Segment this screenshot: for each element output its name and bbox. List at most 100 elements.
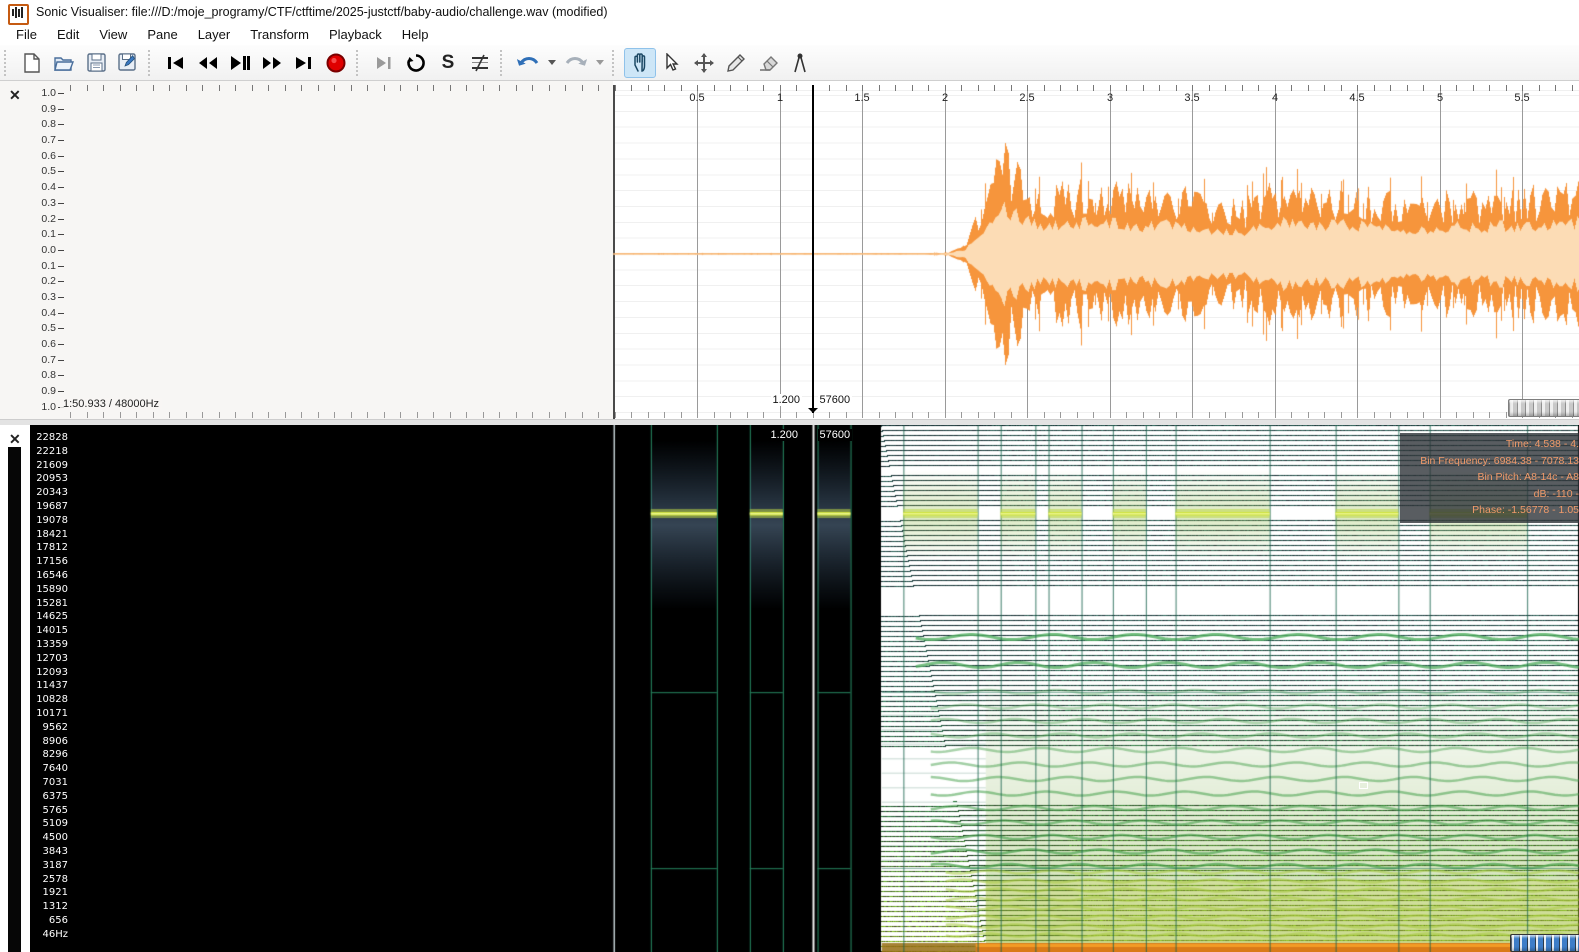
menu-item[interactable]: File (6, 25, 47, 44)
playhead-frame-label: 57600 (818, 394, 853, 406)
frequency-tick-label: 20343 (30, 487, 68, 498)
bin-info-line: Phase: -1.56778 - 1.05 (1404, 502, 1579, 519)
spectrogram-pane[interactable]: ✕ 22828 22218 21609 20953 20343 19687 19078 184… (0, 425, 1579, 952)
frequency-tick-label: 9562 (30, 722, 68, 733)
forward-to-end-button[interactable] (288, 48, 320, 78)
frequency-tick-label: 2578 (30, 874, 68, 885)
frequency-tick-label: 7031 (30, 777, 68, 788)
menu-item[interactable]: Layer (188, 25, 241, 44)
playhead-line[interactable] (812, 85, 814, 413)
redo-dropdown-icon[interactable] (592, 48, 608, 78)
frequency-tick-label: 8296 (30, 749, 68, 760)
frequency-tick-label: 21609 (30, 460, 68, 471)
mouse-position-marker (1359, 782, 1368, 789)
save-button[interactable] (80, 48, 112, 78)
frequency-axis: 22828 22218 21609 20953 20343 19687 19078 18421… (30, 425, 72, 952)
loop-button[interactable] (400, 48, 432, 78)
frequency-tick-label: 14015 (30, 625, 68, 636)
edit-tool-button[interactable] (688, 48, 720, 78)
frequency-tick-label: 656 (30, 915, 68, 926)
redo-button[interactable] (560, 48, 592, 78)
spectrogram-zoom-thumbwheel[interactable] (1510, 934, 1579, 952)
menu-item[interactable]: Transform (240, 25, 319, 44)
undo-button[interactable] (512, 48, 544, 78)
title-bar: Sonic Visualiser: file:///D:/moje_progra… (0, 0, 1579, 26)
rewind-button[interactable] (192, 48, 224, 78)
menu-item[interactable]: Playback (319, 25, 392, 44)
frequency-tick-label: 8906 (30, 736, 68, 747)
frequency-tick-label: 15281 (30, 598, 68, 609)
menu-item[interactable]: Pane (137, 25, 187, 44)
align-button[interactable] (464, 48, 496, 78)
menu-item[interactable]: View (89, 25, 137, 44)
play-pause-button[interactable] (224, 48, 256, 78)
waveform-plot[interactable] (0, 81, 1579, 419)
record-button[interactable] (320, 48, 352, 78)
frequency-tick-label: 13359 (30, 639, 68, 650)
bin-info-line: dB: -110 - (1404, 486, 1579, 503)
toolbar: S (0, 45, 1579, 81)
frequency-tick-label: 5765 (30, 805, 68, 816)
bin-info-line: Time: 4.538 - 4. (1404, 436, 1579, 453)
frequency-tick-label: 19687 (30, 501, 68, 512)
sonic-visualiser-window: { "window": { "title": "Sonic Visualiser… (0, 0, 1579, 952)
toolbar-separator (148, 50, 156, 76)
frequency-tick-label: 1921 (30, 887, 68, 898)
frequency-tick-label: 17812 (30, 542, 68, 553)
select-tool-button[interactable] (656, 48, 688, 78)
waveform-pane[interactable]: ✕ 1.00.90.80.70.60.50.40.30.20.10.00.10.… (0, 81, 1579, 419)
frequency-tick-label: 18421 (30, 529, 68, 540)
colour-scale-bar (8, 447, 21, 952)
frequency-tick-label: 10828 (30, 694, 68, 705)
measure-tool-button[interactable] (784, 48, 816, 78)
frequency-tick-label: 15890 (30, 584, 68, 595)
window-title: Sonic Visualiser: file:///D:/moje_progra… (36, 5, 608, 19)
frequency-tick-label: 3187 (30, 860, 68, 871)
rewind-to-start-button[interactable] (160, 48, 192, 78)
navigate-tool-button[interactable] (624, 48, 656, 78)
toolbar-separator (4, 50, 12, 76)
play-selection-button[interactable] (368, 48, 400, 78)
frequency-tick-label: 20953 (30, 473, 68, 484)
menu-item[interactable]: Edit (47, 25, 89, 44)
draw-tool-button[interactable] (720, 48, 752, 78)
frequency-tick-label: 22828 (30, 432, 68, 443)
frequency-tick-label: 5109 (30, 818, 68, 829)
undo-dropdown-icon[interactable] (544, 48, 560, 78)
app-logo-icon (8, 4, 29, 25)
toolbar-separator (612, 50, 620, 76)
frequency-tick-label: 3843 (30, 846, 68, 857)
bin-info-line: Bin Pitch: A8-14c - A8 (1404, 469, 1579, 486)
frequency-tick-label: 1312 (30, 901, 68, 912)
frequency-tick-label: 19078 (30, 515, 68, 526)
open-button[interactable] (48, 48, 80, 78)
frequency-tick-label: 46Hz (30, 929, 68, 940)
frequency-tick-label: 11437 (30, 680, 68, 691)
close-spectrogram-pane-button[interactable]: ✕ (9, 432, 21, 446)
frequency-tick-label: 12093 (30, 667, 68, 678)
frequency-tick-label: 22218 (30, 446, 68, 457)
frequency-tick-label: 10171 (30, 708, 68, 719)
bin-info-overlay: Time: 4.538 - 4.Bin Frequency: 6984.38 -… (1400, 433, 1579, 523)
horizontal-zoom-thumbwheel[interactable] (1508, 399, 1579, 417)
frequency-tick-label: 17156 (30, 556, 68, 567)
frequency-tick-label: 4500 (30, 832, 68, 843)
spectrogram-playhead-time-label: 1.200 (769, 429, 801, 441)
frequency-tick-label: 7640 (30, 763, 68, 774)
menu-item[interactable]: Help (392, 25, 439, 44)
solo-button[interactable]: S (432, 48, 464, 78)
save-as-button[interactable] (112, 48, 144, 78)
toolbar-separator (356, 50, 364, 76)
toolbar-separator (500, 50, 508, 76)
menu-bar: FileEditViewPaneLayerTransformPlaybackHe… (0, 25, 1579, 45)
playhead-time-label: 1.200 (771, 394, 803, 406)
spectrogram-playhead-frame-label: 57600 (818, 429, 853, 441)
duration-samplerate-status: 1:50.933 / 48000Hz (60, 398, 162, 410)
fast-forward-button[interactable] (256, 48, 288, 78)
new-session-button[interactable] (16, 48, 48, 78)
spectrogram-plot[interactable] (72, 425, 1579, 952)
erase-tool-button[interactable] (752, 48, 784, 78)
frequency-tick-label: 6375 (30, 791, 68, 802)
frequency-tick-label: 16546 (30, 570, 68, 581)
bin-info-line: Bin Frequency: 6984.38 - 7078.13 (1404, 453, 1579, 470)
